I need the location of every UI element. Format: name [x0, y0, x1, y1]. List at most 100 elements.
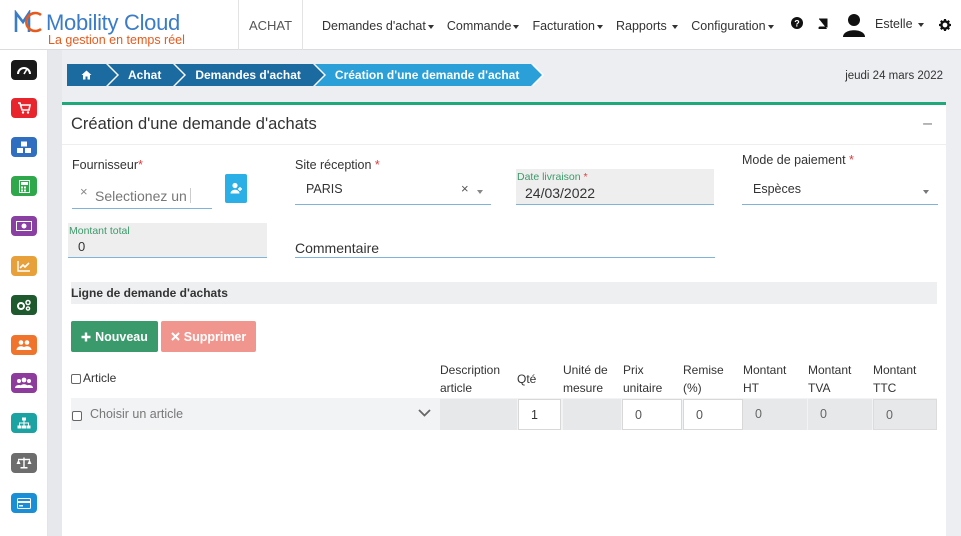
col-article[interactable]: Article	[71, 369, 116, 387]
main-menu: Demandes d'achat Commande Facturation Ra…	[322, 19, 787, 33]
col-montant-ht: Montant HT	[743, 363, 787, 395]
question-circle-icon[interactable]: ?	[791, 17, 803, 29]
site-reception-select[interactable]: PARIS ×	[295, 175, 491, 205]
caret-down-icon	[918, 22, 925, 27]
menu-rapports[interactable]: Rapports	[616, 19, 679, 33]
caret-down-icon	[513, 24, 520, 29]
fournisseur-placeholder: Selectionez un	[95, 188, 187, 204]
svg-text:?: ?	[794, 19, 800, 29]
sidebar-edge	[48, 50, 62, 536]
sidebar-group-icon[interactable]	[11, 373, 37, 393]
add-user-icon	[230, 182, 242, 194]
montant-total-label: Montant total	[69, 225, 130, 237]
sidebar-money-icon[interactable]	[11, 216, 37, 236]
add-supplier-button[interactable]	[225, 174, 247, 203]
sidebar-calculator-icon[interactable]	[11, 176, 37, 196]
sidebar-cogs-icon[interactable]	[11, 295, 37, 315]
cell-montant-ttc: 0	[873, 399, 937, 430]
fournisseur-label: Fournisseur*	[72, 158, 143, 172]
site-reception-value: PARIS	[306, 182, 343, 196]
site-clear-icon[interactable]: ×	[461, 181, 469, 196]
mobility-cloud-logo-icon	[14, 10, 42, 33]
breadcrumb: Achat Demandes d'achat Création d'une de…	[67, 64, 545, 86]
site-reception-label: Site réception *	[295, 158, 380, 172]
cell-montant-tva: 0	[808, 399, 872, 430]
collapse-button[interactable]: –	[923, 115, 932, 133]
breadcrumb-bar: Achat Demandes d'achat Création d'une de…	[62, 50, 961, 100]
book-icon[interactable]	[817, 18, 828, 29]
cell-montant-ht: 0	[743, 399, 807, 430]
caret-down-icon	[597, 24, 603, 29]
app-tab-achat[interactable]: ACHAT	[238, 0, 303, 50]
sidebar-credit-card-icon[interactable]	[11, 493, 37, 513]
site-dropdown-icon[interactable]	[477, 190, 483, 194]
breadcrumb-home[interactable]	[67, 64, 119, 86]
cell-description	[440, 399, 517, 430]
caret-down-icon	[672, 24, 679, 29]
article-select[interactable]: Choisir un article	[86, 399, 438, 430]
delete-line-button[interactable]: Supprimer	[161, 321, 256, 352]
plus-icon	[81, 332, 91, 341]
caret-down-icon	[767, 24, 774, 29]
sidebar	[0, 50, 48, 536]
user-avatar-icon[interactable]	[843, 13, 865, 37]
fournisseur-input-cursor	[190, 188, 191, 203]
commentaire-field[interactable]: Commentaire	[295, 238, 715, 258]
date-livraison-label: Date livraison *	[517, 171, 588, 183]
col-prix: Prix unitaire	[623, 363, 663, 395]
sidebar-cart-icon[interactable]	[11, 98, 37, 118]
sidebar-sitemap-icon[interactable]	[11, 413, 37, 433]
col-remise: Remise (%)	[683, 363, 724, 395]
sidebar-users-icon[interactable]	[11, 335, 37, 355]
article-placeholder: Choisir un article	[90, 407, 184, 421]
mode-paiement-select[interactable]: Espèces	[742, 175, 938, 205]
cell-prix-input[interactable]: 0	[622, 399, 682, 430]
panel-header: Création d'une demande d'achats –	[62, 105, 946, 145]
lines-section-title: Ligne de demande d'achats	[71, 286, 228, 300]
purchase-request-panel: Création d'une demande d'achats – Fourni…	[62, 102, 946, 536]
sidebar-dashboard-icon[interactable]	[11, 60, 37, 80]
breadcrumb-demandes-achat[interactable]: Demandes d'achat	[175, 64, 326, 86]
sidebar-cubes-icon[interactable]	[11, 137, 37, 157]
col-qte: Qté	[517, 372, 537, 386]
sidebar-chart-icon[interactable]	[11, 256, 37, 276]
col-montant-tva: Montant TVA	[808, 363, 852, 395]
menu-configuration[interactable]: Configuration	[691, 19, 774, 33]
breadcrumb-current: Création d'une demande d'achat	[314, 64, 545, 86]
montant-total-field: Montant total 0	[68, 223, 267, 258]
montant-total-value: 0	[78, 239, 86, 254]
fournisseur-clear-icon[interactable]: ×	[80, 184, 88, 199]
commentaire-label: Commentaire	[295, 240, 380, 256]
top-bar: Mobility Cloud La gestion en temps réel …	[0, 0, 961, 50]
select-all-checkbox[interactable]	[71, 373, 81, 384]
menu-facturation[interactable]: Facturation	[532, 19, 603, 33]
home-icon	[81, 70, 92, 80]
gear-icon[interactable]	[939, 19, 951, 31]
cell-unite	[563, 399, 621, 430]
new-line-button[interactable]: Nouveau	[71, 321, 158, 352]
chevron-down-icon[interactable]	[418, 409, 431, 417]
col-unite: Unité de mesure	[563, 363, 608, 395]
col-description: Description article	[440, 363, 501, 395]
lines-section-header: Ligne de demande d'achats	[71, 282, 937, 304]
brand-logo[interactable]: Mobility Cloud La gestion en temps réel	[14, 8, 214, 48]
mode-paiement-value: Espèces	[753, 182, 801, 196]
date-livraison-value: 24/03/2022	[525, 185, 596, 201]
sidebar-balance-icon[interactable]	[11, 453, 37, 473]
caret-down-icon	[427, 24, 434, 29]
times-icon	[171, 332, 180, 341]
page-title: Création d'une demande d'achats	[71, 115, 317, 133]
row-checkbox[interactable]	[72, 407, 84, 422]
fournisseur-select[interactable]: × Selectionez un	[72, 178, 212, 209]
menu-demandes-achat[interactable]: Demandes d'achat	[322, 19, 434, 33]
menu-commande[interactable]: Commande	[447, 19, 520, 33]
col-montant-ttc: Montant TTC	[873, 363, 917, 395]
user-menu[interactable]: Estelle	[875, 17, 925, 31]
mode-paiement-dropdown-icon[interactable]	[923, 190, 929, 194]
cell-remise-input[interactable]: 0	[683, 399, 743, 430]
brand-tagline: La gestion en temps réel	[48, 33, 185, 47]
mode-paiement-label: Mode de paiement *	[742, 153, 854, 167]
date-livraison-field[interactable]: Date livraison * 24/03/2022	[516, 169, 714, 205]
current-date: jeudi 24 mars 2022	[845, 70, 943, 82]
cell-qte-input[interactable]: 1	[518, 399, 561, 430]
